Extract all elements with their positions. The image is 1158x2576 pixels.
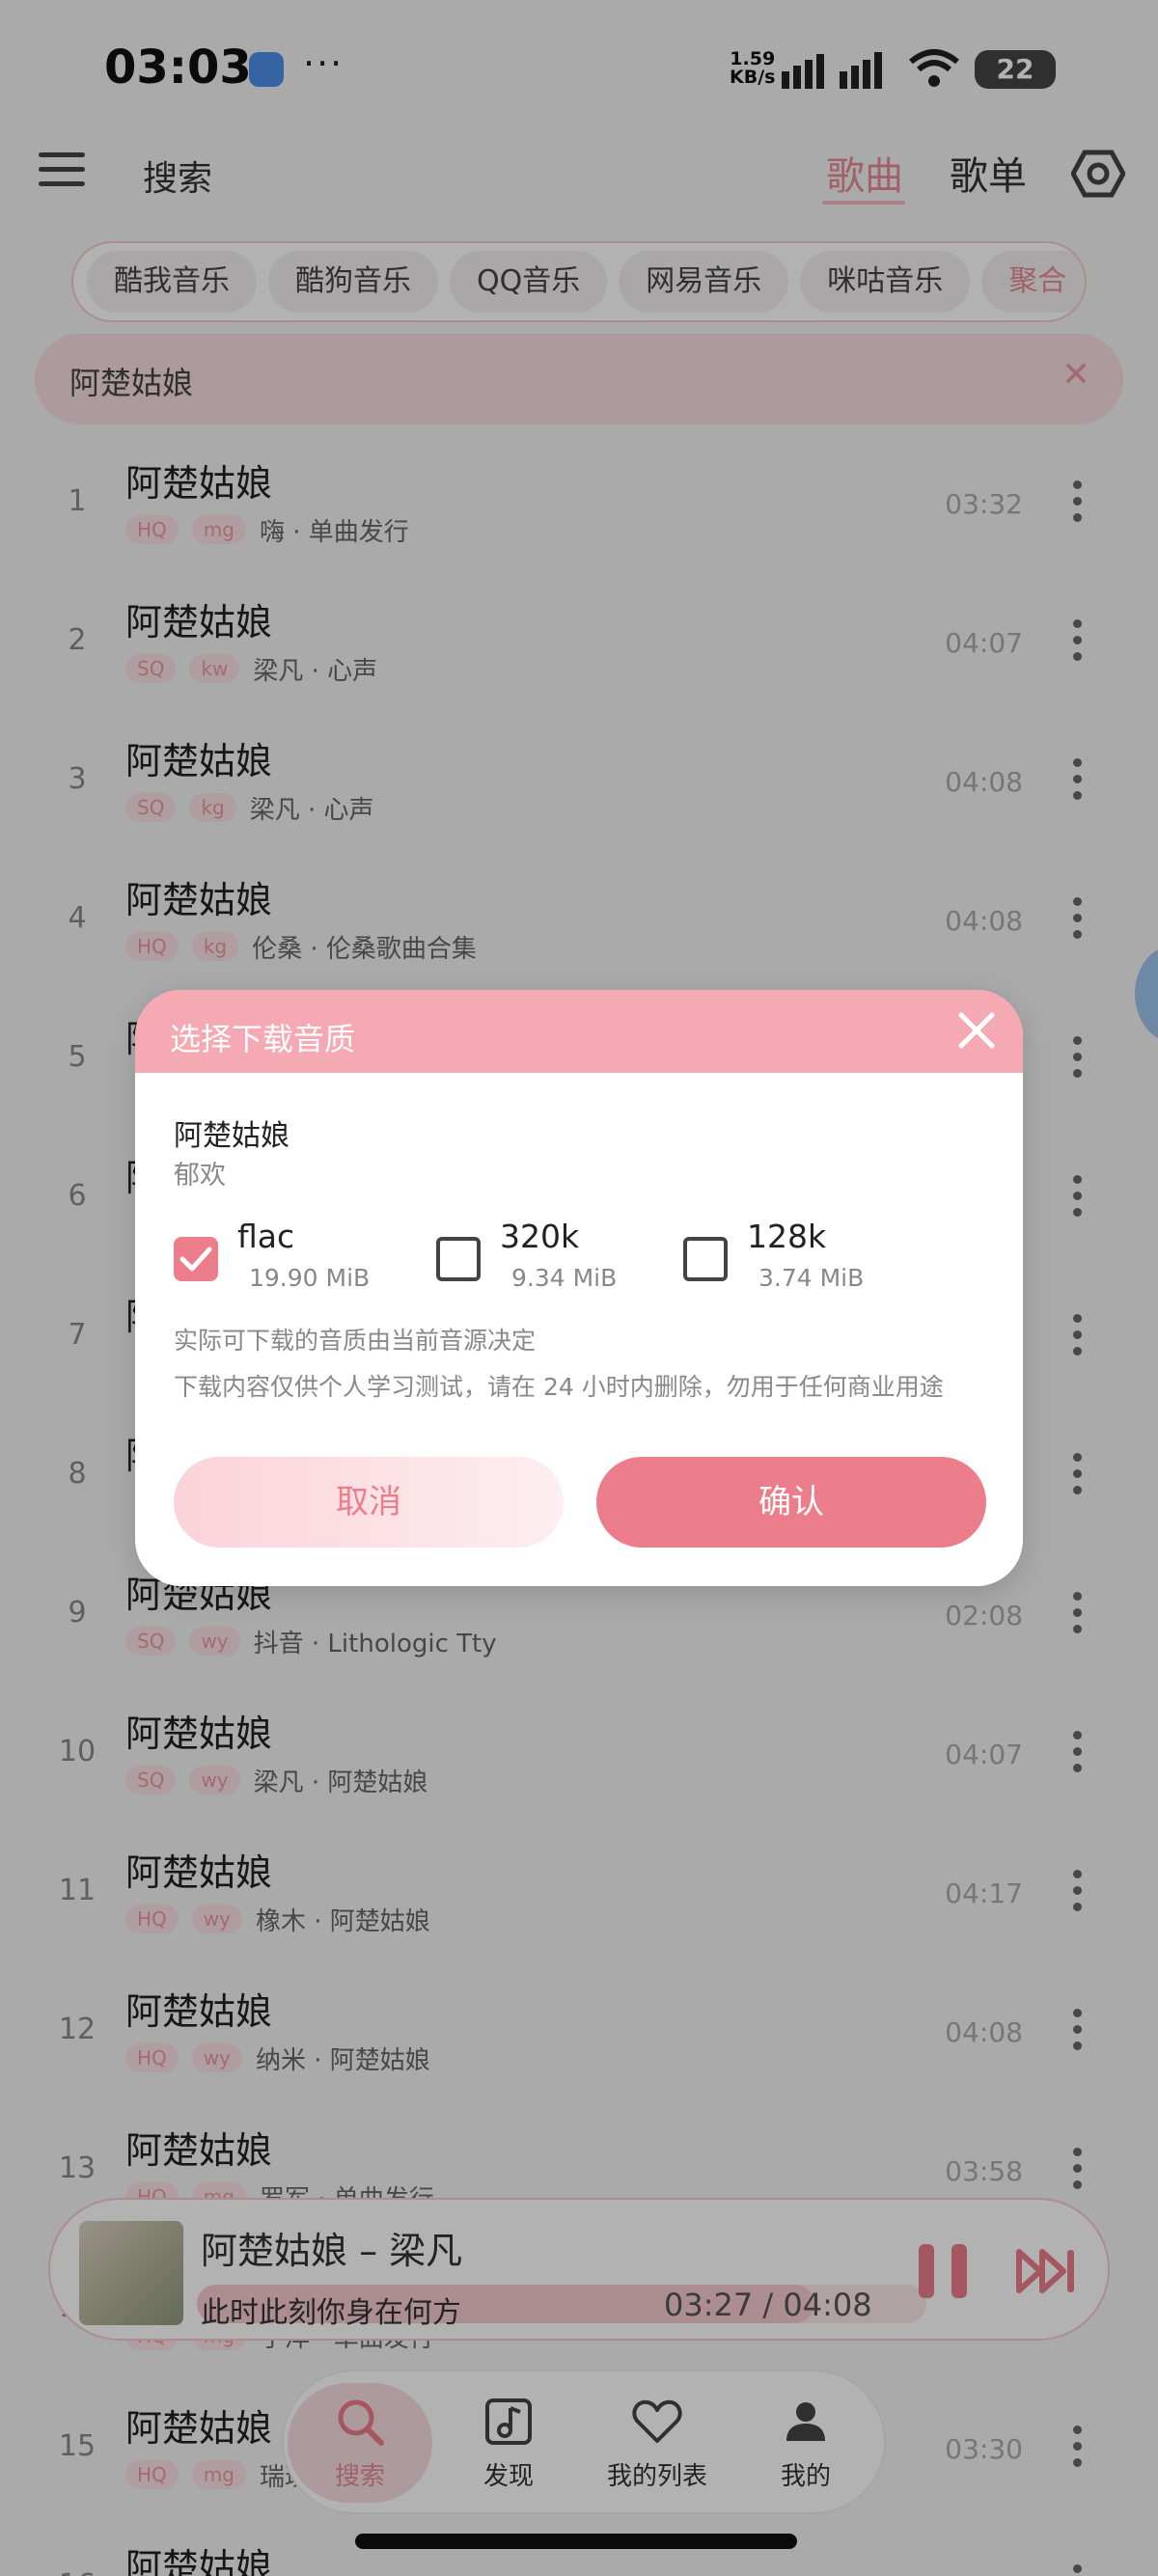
cancel-button[interactable]: 取消 bbox=[174, 1457, 564, 1548]
dialog-title: 选择下载音质 bbox=[170, 1021, 356, 1057]
dialog-song-title: 阿楚姑娘 bbox=[174, 1119, 290, 1153]
quality-size: 9.34 MiB bbox=[511, 1264, 618, 1292]
checkbox-unchecked[interactable] bbox=[436, 1237, 481, 1281]
dialog-note-source: 实际可下载的音质由当前音源决定 bbox=[174, 1327, 537, 1355]
confirm-button[interactable]: 确认 bbox=[596, 1457, 986, 1548]
check-icon bbox=[179, 1247, 212, 1272]
checkbox-unchecked[interactable] bbox=[683, 1237, 728, 1281]
quality-label: flac bbox=[237, 1218, 295, 1255]
quality-label: 128k bbox=[747, 1218, 827, 1255]
quality-size: 19.90 MiB bbox=[249, 1264, 371, 1292]
quality-label: 320k bbox=[500, 1218, 580, 1255]
quality-size: 3.74 MiB bbox=[758, 1264, 865, 1292]
close-icon[interactable] bbox=[951, 1005, 1002, 1055]
download-quality-dialog: 选择下载音质 阿楚姑娘 郁欢 flac 19.90 MiB 320k 9.34 … bbox=[135, 990, 1023, 1586]
dialog-note-disclaimer: 下载内容仅供个人学习测试，请在 24 小时内删除，勿用于任何商业用途 bbox=[174, 1373, 944, 1401]
dialog-artist: 郁欢 bbox=[174, 1161, 226, 1191]
checkbox-checked[interactable] bbox=[174, 1237, 218, 1281]
